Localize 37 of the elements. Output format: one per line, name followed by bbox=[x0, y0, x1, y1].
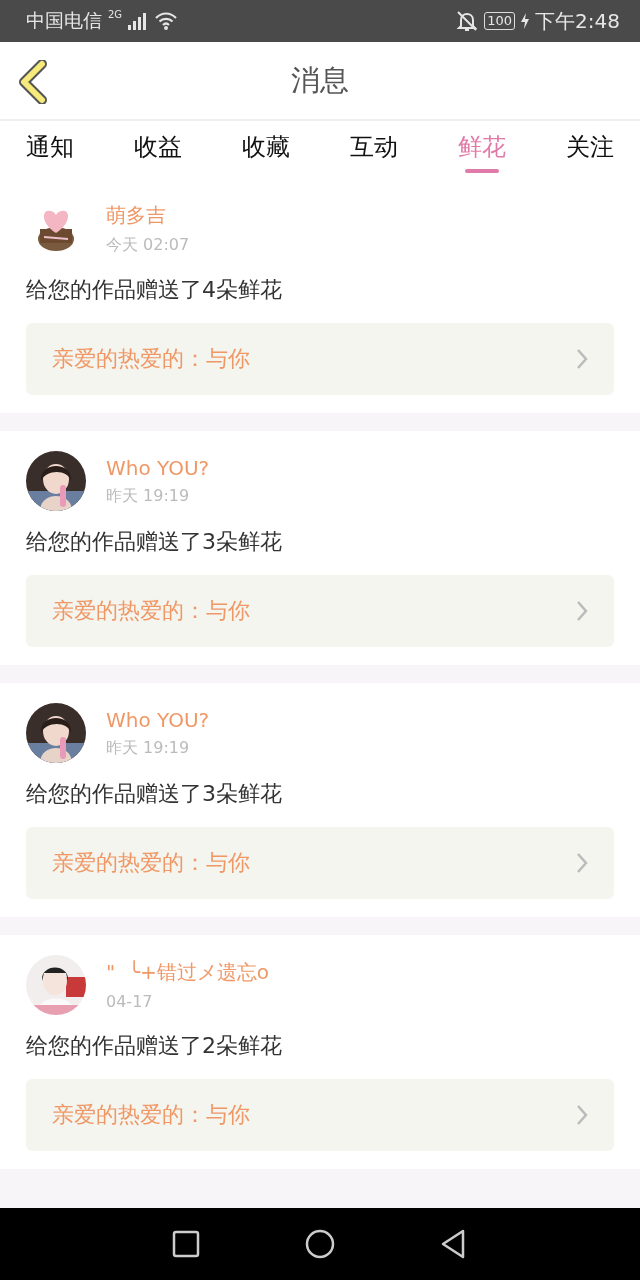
tab[interactable]: 收藏 bbox=[228, 121, 304, 179]
sender-name[interactable]: " ╰+错过メ遗忘o bbox=[106, 959, 269, 986]
carrier-name: 中国电信 bbox=[26, 8, 102, 33]
tab[interactable]: 关注 bbox=[552, 121, 628, 179]
tab[interactable]: 互动 bbox=[336, 121, 412, 179]
message-time: 04-17 bbox=[106, 992, 154, 1011]
message-time: 昨天 19:19 bbox=[106, 737, 191, 759]
work-link[interactable]: 亲爱的热爱的：与你 bbox=[26, 323, 614, 395]
battery-level: 100 bbox=[484, 12, 516, 30]
sender-name[interactable]: 萌多吉 bbox=[106, 202, 190, 229]
message-time: 今天 02:07 bbox=[106, 235, 190, 256]
chevron-icon bbox=[576, 348, 588, 370]
home-icon[interactable] bbox=[303, 1227, 337, 1261]
page-title: 消息 bbox=[291, 61, 349, 99]
work-link[interactable]: 亲爱的热爱的：与你 bbox=[26, 827, 614, 899]
clock: 下午2:48 bbox=[535, 7, 620, 35]
tab[interactable]: 收益 bbox=[120, 121, 196, 179]
message-text: 给您的作品赠送了4朵鲜花 bbox=[26, 276, 283, 304]
message-text: 给您的作品赠送了2朵鲜花 bbox=[26, 1032, 283, 1060]
charging-icon bbox=[521, 13, 530, 29]
tab[interactable]: 鲜花 bbox=[444, 121, 520, 179]
signal-icon bbox=[128, 12, 149, 30]
message-time: 昨天 19:19 bbox=[106, 485, 191, 507]
tab[interactable]: 通知 bbox=[12, 121, 88, 179]
sender-name[interactable]: Who YOU? bbox=[106, 455, 210, 480]
wifi-icon bbox=[154, 11, 179, 31]
chevron-icon bbox=[576, 1104, 588, 1126]
chevron-icon bbox=[576, 852, 588, 874]
network-type: 2G bbox=[108, 9, 123, 20]
mute-bell-icon bbox=[456, 10, 479, 32]
chevron-icon bbox=[576, 600, 588, 622]
work-link[interactable]: 亲爱的热爱的：与你 bbox=[26, 575, 614, 647]
sender-name[interactable]: Who YOU? bbox=[106, 707, 210, 732]
message-text: 给您的作品赠送了3朵鲜花 bbox=[26, 528, 283, 556]
message-text: 给您的作品赠送了3朵鲜花 bbox=[26, 780, 283, 808]
work-link[interactable]: 亲爱的热爱的：与你 bbox=[26, 1079, 614, 1151]
back-icon[interactable] bbox=[16, 60, 50, 104]
